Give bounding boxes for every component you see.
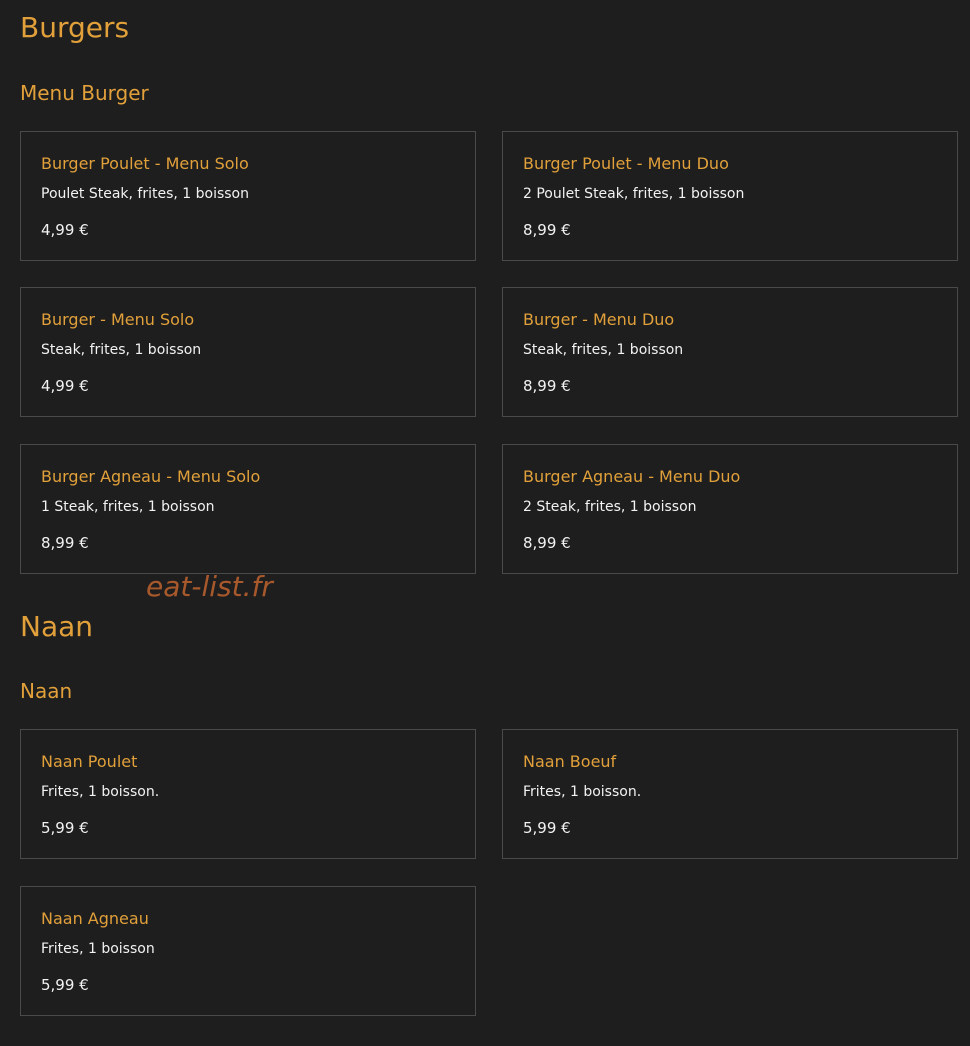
menu-item-price: 8,99 € (523, 534, 571, 552)
menu-item-card[interactable]: Naan Agneau Frites, 1 boisson 5,99 € (20, 886, 476, 1016)
menu-item-name[interactable]: Burger Poulet - Menu Duo (523, 154, 729, 173)
menu-item-price: 8,99 € (523, 221, 571, 239)
menu-item-description: 1 Steak, frites, 1 boisson (41, 499, 215, 515)
menu-item-name[interactable]: Burger Agneau - Menu Duo (523, 467, 740, 486)
menu-item-price: 8,99 € (41, 534, 89, 552)
menu-item-description: Steak, frites, 1 boisson (523, 342, 684, 358)
menu-item-card[interactable]: Burger Agneau - Menu Solo 1 Steak, frite… (20, 444, 476, 574)
menu-item-card[interactable]: Naan Poulet Frites, 1 boisson. 5,99 € (20, 729, 476, 859)
menu-item-price: 5,99 € (523, 819, 571, 837)
menu-item-card[interactable]: Naan Boeuf Frites, 1 boisson. 5,99 € (502, 729, 958, 859)
menu-item-description: 2 Steak, frites, 1 boisson (523, 499, 697, 515)
menu-item-description: Frites, 1 boisson. (523, 784, 642, 800)
menu-item-name[interactable]: Burger Poulet - Menu Solo (41, 154, 249, 173)
menu-item-name[interactable]: Burger - Menu Solo (41, 310, 194, 329)
menu-page: Burgers Menu Burger Burger Poulet - Menu… (0, 0, 970, 1046)
menu-item-name[interactable]: Naan Agneau (41, 909, 149, 928)
menu-item-description: Frites, 1 boisson (41, 941, 155, 957)
menu-item-card[interactable]: Burger - Menu Duo Steak, frites, 1 boiss… (502, 287, 958, 417)
menu-item-card[interactable]: Burger - Menu Solo Steak, frites, 1 bois… (20, 287, 476, 417)
menu-item-name[interactable]: Burger - Menu Duo (523, 310, 674, 329)
menu-item-card[interactable]: Burger Poulet - Menu Solo Poulet Steak, … (20, 131, 476, 261)
section-title-naan: Naan (20, 610, 94, 643)
watermark-logo: eat-list.fr (146, 570, 273, 603)
menu-item-card[interactable]: Burger Agneau - Menu Duo 2 Steak, frites… (502, 444, 958, 574)
menu-item-name[interactable]: Burger Agneau - Menu Solo (41, 467, 260, 486)
menu-item-name[interactable]: Naan Boeuf (523, 752, 616, 771)
subsection-title-naan: Naan (20, 679, 73, 703)
section-title-burgers: Burgers (20, 11, 130, 44)
menu-item-price: 5,99 € (41, 819, 89, 837)
menu-item-description: Frites, 1 boisson. (41, 784, 160, 800)
menu-item-description: Steak, frites, 1 boisson (41, 342, 202, 358)
menu-item-price: 5,99 € (41, 976, 89, 994)
menu-item-price: 4,99 € (41, 221, 89, 239)
subsection-title-menu-burger: Menu Burger (20, 81, 149, 105)
menu-item-name[interactable]: Naan Poulet (41, 752, 137, 771)
menu-item-description: Poulet Steak, frites, 1 boisson (41, 186, 249, 202)
menu-item-price: 8,99 € (523, 377, 571, 395)
menu-item-price: 4,99 € (41, 377, 89, 395)
menu-item-description: 2 Poulet Steak, frites, 1 boisson (523, 186, 745, 202)
menu-item-card[interactable]: Burger Poulet - Menu Duo 2 Poulet Steak,… (502, 131, 958, 261)
